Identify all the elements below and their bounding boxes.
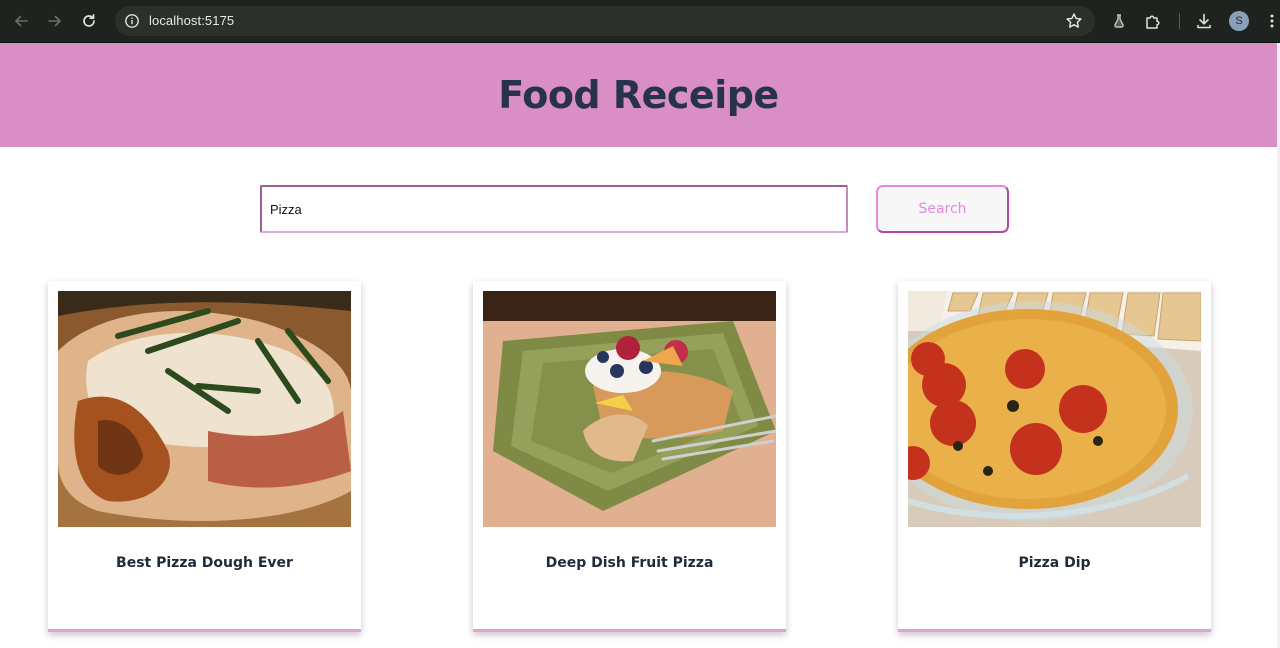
download-icon[interactable] xyxy=(1194,11,1214,31)
recipe-title: Best Pizza Dough Ever xyxy=(116,555,293,571)
extensions-icon[interactable] xyxy=(1143,11,1163,31)
site-header: Food Receipe xyxy=(0,43,1277,147)
search-button[interactable]: Search xyxy=(876,185,1009,233)
search-input[interactable] xyxy=(260,185,848,233)
site-info-icon[interactable] xyxy=(124,13,140,29)
address-url[interactable]: localhost:5175 xyxy=(149,13,234,28)
forward-icon[interactable] xyxy=(43,9,67,33)
address-bar[interactable]: localhost:5175 xyxy=(115,6,1095,36)
recipe-card[interactable]: Pizza Dip xyxy=(898,281,1211,632)
recipe-card[interactable]: Deep Dish Fruit Pizza xyxy=(473,281,786,632)
toolbar-separator xyxy=(1179,13,1180,29)
browser-toolbar: localhost:5175 S xyxy=(0,0,1280,43)
bookmark-star-icon[interactable] xyxy=(1065,12,1083,30)
recipe-image[interactable] xyxy=(58,291,351,527)
recipe-image[interactable] xyxy=(483,291,776,527)
labs-icon[interactable] xyxy=(1109,11,1129,31)
recipe-card[interactable]: Best Pizza Dough Ever xyxy=(48,281,361,632)
page-title: Food Receipe xyxy=(498,73,779,117)
reload-icon[interactable] xyxy=(77,9,101,33)
recipe-title: Pizza Dip xyxy=(1018,555,1091,571)
menu-icon[interactable] xyxy=(1262,11,1280,31)
recipe-image[interactable] xyxy=(908,291,1201,527)
back-icon[interactable] xyxy=(9,9,33,33)
recipe-title: Deep Dish Fruit Pizza xyxy=(545,555,714,571)
profile-avatar[interactable]: S xyxy=(1229,11,1249,31)
